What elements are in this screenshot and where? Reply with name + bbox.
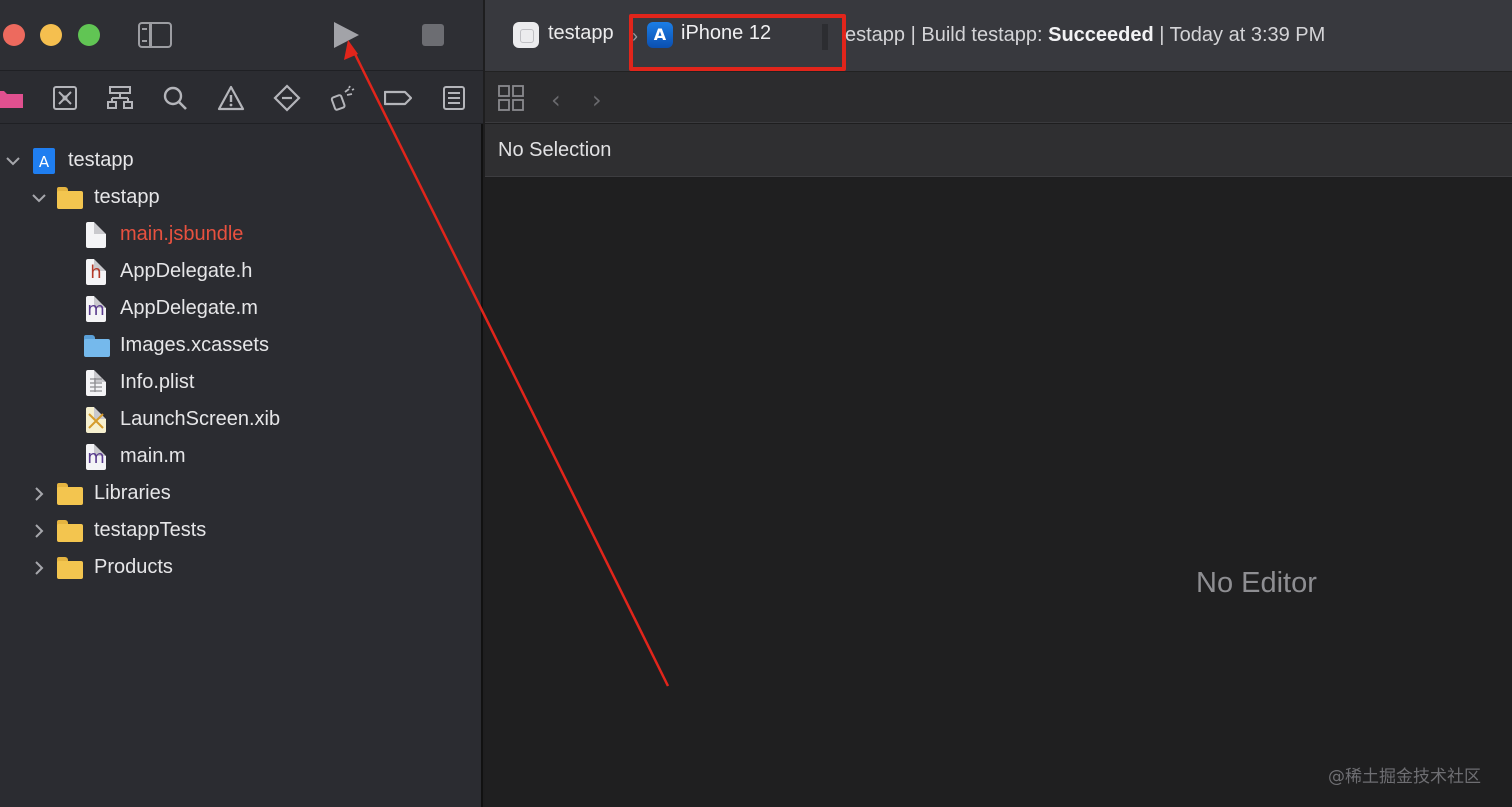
report-icon: [443, 86, 465, 110]
folder-icon: [57, 520, 83, 546]
chevron-down-icon[interactable]: [31, 190, 47, 206]
navigator-pane: A testapp testapp main.jsbundle h AppDel…: [0, 0, 483, 807]
file-icon: [86, 222, 112, 248]
project-file-icon: A: [33, 148, 59, 174]
source-control-icon: [53, 86, 77, 110]
annotation-highlight-box: [629, 14, 846, 71]
chevron-right-icon[interactable]: [31, 523, 47, 539]
tree-label-group: testappTests: [94, 519, 207, 541]
scheme-app-icon[interactable]: [513, 22, 539, 48]
status-result: Succeeded: [1048, 24, 1154, 46]
tree-row-project[interactable]: A testapp: [0, 142, 483, 179]
tree-row-file[interactable]: LaunchScreen.xib: [0, 401, 483, 438]
search-icon: [163, 86, 187, 110]
file-name: Images.xcassets: [120, 334, 269, 356]
forward-chevron-icon[interactable]: ›: [592, 86, 602, 114]
tree-row-file[interactable]: h AppDelegate.h: [0, 253, 483, 290]
chevron-right-icon[interactable]: [31, 560, 47, 576]
breakpoint-icon: [384, 90, 412, 106]
test-navigator-tab[interactable]: [272, 83, 302, 113]
file-name: main.jsbundle: [120, 223, 244, 245]
hierarchy-icon: [107, 86, 133, 109]
svg-text:A: A: [39, 153, 50, 171]
report-navigator-tab[interactable]: [439, 83, 469, 113]
xib-file-icon: [86, 407, 112, 433]
folder-icon: [57, 557, 83, 583]
tree-row-group[interactable]: testapp: [0, 179, 483, 216]
file-name: AppDelegate.m: [120, 297, 258, 319]
chevron-right-icon[interactable]: [31, 486, 47, 502]
tree-row-group[interactable]: Libraries: [0, 475, 483, 512]
jump-bar: [485, 72, 1512, 123]
folder-icon: [0, 91, 23, 108]
xcode-window: A testapp testapp main.jsbundle h AppDel…: [0, 0, 1512, 807]
folder-icon: [57, 483, 83, 509]
window-toolbar-left: [0, 0, 483, 70]
folder-icon: [57, 187, 83, 213]
file-name: LaunchScreen.xib: [120, 408, 281, 430]
tree-row-file[interactable]: m main.m: [0, 438, 483, 475]
status-prefix: estapp | Build testapp:: [845, 24, 1049, 46]
minimize-window-button[interactable]: [40, 24, 62, 46]
navigator-tab-bar: [0, 70, 483, 124]
debug-navigator-tab[interactable]: [328, 83, 358, 113]
issue-navigator-tab[interactable]: [216, 83, 246, 113]
plist-file-icon: [86, 370, 112, 396]
file-name: AppDelegate.h: [120, 260, 253, 282]
zoom-window-button[interactable]: [78, 24, 100, 46]
tree-row-group[interactable]: testappTests: [0, 512, 483, 549]
sidebar-toggle-icon[interactable]: [138, 22, 172, 48]
watermark: @稀土掘金技术社区: [1328, 767, 1481, 787]
selection-label: No Selection: [498, 139, 612, 161]
debug-spray-icon: [330, 85, 355, 111]
tree-row-file[interactable]: Images.xcassets: [0, 327, 483, 364]
selection-bar: [485, 124, 1512, 177]
tree-label-group: testapp: [94, 186, 160, 208]
scheme-selector[interactable]: testapp: [548, 22, 614, 45]
chevron-down-icon[interactable]: [5, 153, 21, 169]
tree-row-file[interactable]: main.jsbundle: [0, 216, 483, 253]
objc-file-icon: m: [86, 444, 112, 470]
tree-row-file[interactable]: Info.plist: [0, 364, 483, 401]
run-button[interactable]: [334, 22, 359, 48]
project-navigator-tab[interactable]: [0, 83, 24, 113]
symbol-navigator-tab[interactable]: [105, 83, 135, 113]
file-name: Info.plist: [120, 371, 195, 393]
close-window-button[interactable]: [3, 24, 25, 46]
tree-row-group[interactable]: Products: [0, 549, 483, 586]
tree-row-file[interactable]: m AppDelegate.m: [0, 290, 483, 327]
tree-label-group: Libraries: [94, 482, 171, 504]
find-navigator-tab[interactable]: [160, 83, 190, 113]
breakpoint-navigator-tab[interactable]: [383, 83, 413, 113]
back-chevron-icon[interactable]: ‹: [551, 86, 561, 114]
asset-catalog-icon: [84, 335, 110, 361]
tree-label-group: Products: [94, 556, 173, 578]
no-editor-label: No Editor: [1196, 567, 1317, 599]
source-control-navigator-tab[interactable]: [50, 83, 80, 113]
stop-button[interactable]: [422, 24, 444, 46]
build-status-text: estapp | Build testapp: Succeeded | Toda…: [845, 24, 1325, 47]
status-suffix: | Today at 3:39 PM: [1153, 24, 1326, 46]
test-diamond-icon: [273, 84, 301, 112]
objc-file-icon: m: [86, 296, 112, 322]
header-file-icon: h: [86, 259, 112, 285]
tree-label-project: testapp: [68, 149, 134, 171]
related-items-grid-icon[interactable]: [498, 85, 524, 111]
file-name: main.m: [120, 445, 186, 467]
warning-icon: [217, 85, 245, 111]
editor-area: [485, 178, 1512, 807]
